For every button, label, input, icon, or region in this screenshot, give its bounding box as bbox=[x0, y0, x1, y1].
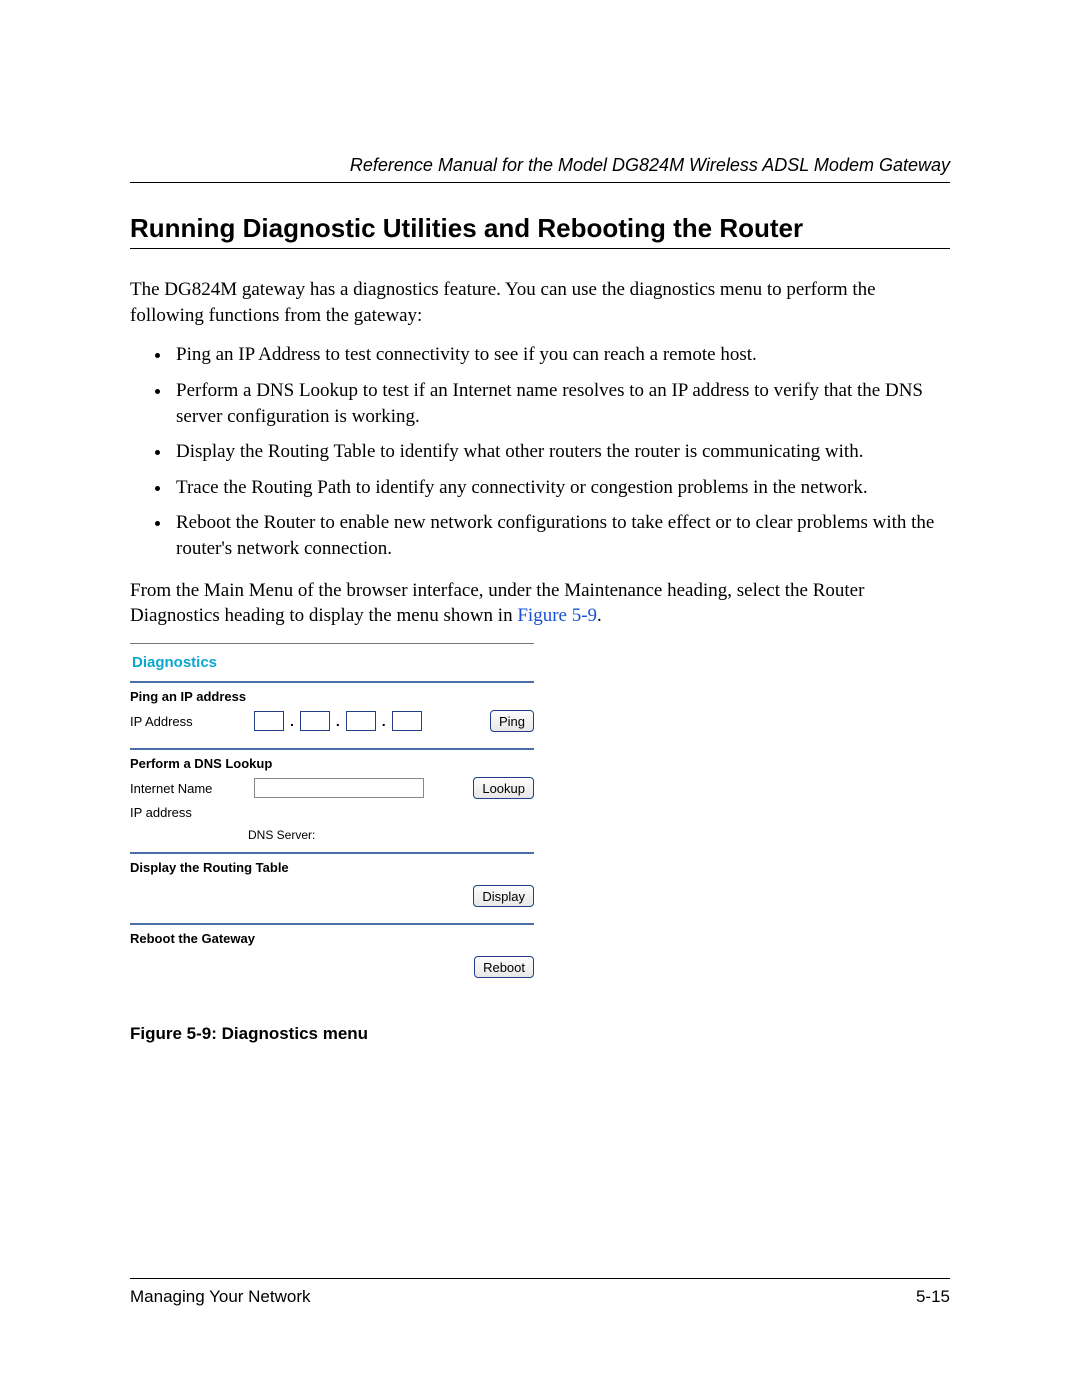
reboot-heading: Reboot the Gateway bbox=[130, 931, 534, 946]
routing-heading: Display the Routing Table bbox=[130, 860, 534, 875]
after-list-text-a: From the Main Menu of the browser interf… bbox=[130, 580, 864, 627]
lookup-button[interactable]: Lookup bbox=[473, 777, 534, 799]
dot-icon: . bbox=[290, 713, 294, 729]
page-footer: Managing Your Network 5-15 bbox=[130, 1278, 950, 1307]
reboot-button[interactable]: Reboot bbox=[474, 956, 534, 978]
title-rule bbox=[130, 248, 950, 249]
page: Reference Manual for the Model DG824M Wi… bbox=[0, 0, 1080, 1397]
list-item: Ping an IP Address to test connectivity … bbox=[172, 342, 950, 368]
ip-address-label: IP Address bbox=[130, 714, 248, 729]
dot-icon: . bbox=[336, 713, 340, 729]
dns-heading: Perform a DNS Lookup bbox=[130, 756, 534, 771]
list-item: Trace the Routing Path to identify any c… bbox=[172, 475, 950, 501]
ip-octet-2-input[interactable] bbox=[300, 711, 330, 731]
ping-block: Ping an IP address IP Address . . . Ping bbox=[130, 681, 534, 748]
after-list-text-b: . bbox=[597, 605, 602, 626]
dns-name-row: Internet Name Lookup bbox=[130, 777, 534, 799]
routing-row: Display bbox=[130, 881, 534, 907]
figure-xref[interactable]: Figure 5-9 bbox=[517, 605, 597, 626]
dns-block: Perform a DNS Lookup Internet Name Looku… bbox=[130, 748, 534, 852]
dns-ip-row: IP address bbox=[130, 805, 534, 820]
dns-server-label: DNS Server: bbox=[248, 826, 534, 842]
list-item: Reboot the Router to enable new network … bbox=[172, 510, 950, 561]
display-button[interactable]: Display bbox=[473, 885, 534, 907]
reboot-block: Reboot the Gateway Reboot bbox=[130, 923, 534, 994]
list-item: Display the Routing Table to identify wh… bbox=[172, 439, 950, 465]
list-item: Perform a DNS Lookup to test if an Inter… bbox=[172, 378, 950, 429]
routing-block: Display the Routing Table Display bbox=[130, 852, 534, 923]
footer-row: Managing Your Network 5-15 bbox=[130, 1287, 950, 1307]
ping-button[interactable]: Ping bbox=[490, 710, 534, 732]
footer-rule bbox=[130, 1278, 950, 1279]
reboot-row: Reboot bbox=[130, 952, 534, 978]
ping-row: IP Address . . . Ping bbox=[130, 710, 534, 732]
after-list-paragraph: From the Main Menu of the browser interf… bbox=[130, 578, 950, 629]
dot-icon: . bbox=[382, 713, 386, 729]
intro-paragraph: The DG824M gateway has a diagnostics fea… bbox=[130, 277, 950, 328]
footer-left: Managing Your Network bbox=[130, 1287, 311, 1307]
ping-heading: Ping an IP address bbox=[130, 689, 534, 704]
running-head: Reference Manual for the Model DG824M Wi… bbox=[130, 155, 950, 183]
dns-ip-label: IP address bbox=[130, 805, 248, 820]
diagnostics-title: Diagnostics bbox=[130, 644, 534, 681]
section-title: Running Diagnostic Utilities and Rebooti… bbox=[130, 213, 950, 244]
footer-page-number: 5-15 bbox=[916, 1287, 950, 1307]
ip-octet-4-input[interactable] bbox=[392, 711, 422, 731]
internet-name-label: Internet Name bbox=[130, 781, 248, 796]
ip-octet-3-input[interactable] bbox=[346, 711, 376, 731]
internet-name-input[interactable] bbox=[254, 778, 424, 798]
ip-octet-1-input[interactable] bbox=[254, 711, 284, 731]
diagnostics-figure: Diagnostics Ping an IP address IP Addres… bbox=[130, 643, 534, 994]
figure-caption: Figure 5-9: Diagnostics menu bbox=[130, 1024, 950, 1044]
feature-list: Ping an IP Address to test connectivity … bbox=[130, 342, 950, 561]
